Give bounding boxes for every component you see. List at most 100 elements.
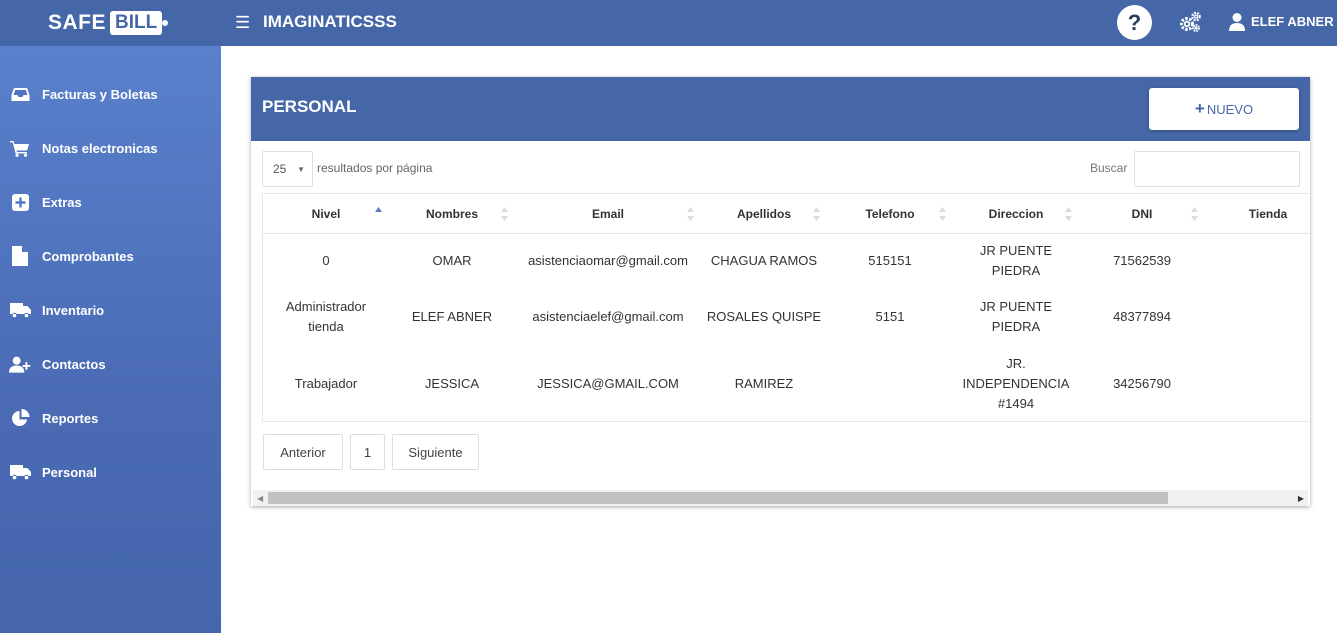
sidebar-item-comprobantes[interactable]: Comprobantes: [0, 241, 221, 271]
cell-email: JESSICA@GMAIL.COM: [537, 375, 679, 391]
sidebar-item-notas[interactable]: Notas electronicas: [0, 133, 221, 163]
sidebar-item-label: Comprobantes: [42, 248, 134, 264]
cell-direccion: JR PUENTE PIEDRA: [979, 298, 1053, 334]
column-header-tienda[interactable]: Tienda: [1205, 194, 1310, 233]
new-button-label: NUEVO: [1206, 101, 1254, 117]
column-header-label: Telefono: [865, 206, 915, 221]
cell-tienda: [1205, 290, 1310, 343]
personal-panel: PERSONAL + NUEVO 25 ▼ resultados por pág…: [251, 77, 1310, 506]
help-button[interactable]: ?: [1117, 5, 1152, 40]
cell-dni: 71562539: [1113, 252, 1171, 268]
cell-nombres: ELEF ABNER: [411, 308, 493, 324]
column-header-label: Apellidos: [736, 206, 791, 221]
cell-apellidos: ROSALES QUISPE: [706, 308, 822, 324]
page-1-button[interactable]: 1: [350, 434, 385, 470]
scroll-right-icon[interactable]: ▶: [1298, 494, 1304, 503]
column-header-direccion[interactable]: Direccion: [953, 194, 1079, 233]
add-user-icon: [9, 354, 31, 374]
sort-icon: [1065, 207, 1072, 221]
cell-nivel: Trabajador: [294, 375, 358, 391]
sidebar-item-extras[interactable]: Extras: [0, 187, 221, 217]
column-header-nombres[interactable]: Nombres: [389, 194, 515, 233]
column-header-label: DNI: [1131, 206, 1153, 221]
cell-tienda: [1205, 234, 1310, 287]
sort-icon: [1191, 207, 1198, 221]
cell-email: asistenciaomar@gmail.com: [528, 252, 688, 268]
sidebar-item-personal[interactable]: Personal: [0, 457, 221, 487]
user-name[interactable]: ELEF ABNER: [1251, 14, 1334, 29]
column-header-label: Tienda: [1248, 206, 1288, 221]
logo-bill-text: BILL: [110, 11, 169, 35]
column-header-telefono[interactable]: Telefono: [827, 194, 953, 233]
scroll-left-icon[interactable]: ◀: [257, 494, 263, 503]
sidebar-item-label: Reportes: [42, 410, 99, 426]
sidebar-item-inventario[interactable]: Inventario: [0, 295, 221, 325]
plus-icon: +: [1194, 99, 1205, 118]
prev-page-button[interactable]: Anterior: [263, 434, 343, 470]
logo-safe-text: SAFE: [48, 11, 107, 34]
cell-dni: 48377894: [1113, 308, 1171, 324]
cell-email: asistenciaelef@gmail.com: [532, 308, 684, 324]
truck-icon: [9, 300, 31, 320]
sort-icon: [501, 207, 508, 221]
search-label: Buscar: [1090, 161, 1128, 175]
cell-telefono: 515151: [868, 252, 912, 268]
company-name: IMAGINATICSSS: [263, 12, 397, 31]
plus-square-icon: [9, 192, 31, 212]
column-header-dni[interactable]: DNI: [1079, 194, 1205, 233]
cell-telefono: 5151: [875, 308, 905, 324]
sort-asc-icon: [375, 207, 382, 212]
cell-apellidos: RAMIREZ: [734, 375, 794, 391]
sidebar-item-contactos[interactable]: Contactos: [0, 349, 221, 379]
page-length-select[interactable]: 25 ▼: [262, 151, 313, 187]
personal-table: Nivel Nombres Email Apellidos Telefono D…: [262, 193, 1310, 422]
column-header-apellidos[interactable]: Apellidos: [701, 194, 827, 233]
user-icon[interactable]: [1228, 12, 1246, 32]
sort-icon: [813, 207, 820, 221]
sidebar-item-label: Facturas y Boletas: [42, 86, 158, 102]
column-header-email[interactable]: Email: [515, 194, 701, 233]
next-page-button[interactable]: Siguiente: [392, 434, 479, 470]
sidebar-item-label: Notas electronicas: [42, 140, 158, 156]
cell-nivel: 0: [322, 252, 330, 268]
cell-nombres: OMAR: [432, 252, 472, 268]
column-header-label: Email: [591, 206, 624, 221]
sidebar-item-label: Personal: [42, 464, 97, 480]
page-title: PERSONAL: [262, 97, 357, 116]
new-button[interactable]: + NUEVO: [1149, 88, 1299, 130]
chevron-down-icon: ▼: [297, 165, 305, 174]
sidebar-item-label: Extras: [42, 194, 82, 210]
sidebar-item-label: Contactos: [42, 356, 106, 372]
sidebar-item-label: Inventario: [42, 302, 105, 318]
file-icon: [9, 246, 31, 266]
sidebar-item-reportes[interactable]: Reportes: [0, 403, 221, 433]
gears-icon[interactable]: [1178, 10, 1202, 34]
search-input[interactable]: [1134, 151, 1300, 187]
cell-apellidos: CHAGUA RAMOS: [710, 252, 818, 268]
horizontal-scrollbar[interactable]: ◀ ▶: [253, 490, 1308, 506]
column-header-nivel[interactable]: Nivel: [263, 194, 389, 233]
cell-direccion: JR. INDEPENDENCIA #1494: [962, 355, 1070, 411]
panel-header: PERSONAL + NUEVO: [251, 77, 1310, 141]
inbox-icon: [9, 84, 31, 104]
hamburger-icon[interactable]: ☰: [235, 13, 250, 33]
sort-icon: [939, 207, 946, 221]
cell-nivel: Administrador tienda: [285, 298, 367, 334]
sidebar: Facturas y Boletas Notas electronicas Ex…: [0, 46, 221, 633]
top-bar: SAFE BILL ☰ IMAGINATICSSS ? ELEF ABNER: [0, 0, 1337, 46]
cell-direccion: JR PUENTE PIEDRA: [979, 242, 1053, 278]
truck-icon: [9, 462, 31, 482]
cell-tienda: [1205, 346, 1310, 421]
sort-icon: [687, 207, 694, 221]
column-header-label: Nivel: [311, 206, 341, 221]
scrollbar-thumb[interactable]: [268, 492, 1168, 504]
column-header-label: Direccion: [988, 206, 1044, 221]
cell-telefono: [827, 346, 953, 421]
cell-dni: 34256790: [1113, 375, 1171, 391]
page-length-label: resultados por página: [317, 161, 433, 175]
page-length-value: 25: [273, 162, 287, 176]
sidebar-item-facturas[interactable]: Facturas y Boletas: [0, 79, 221, 109]
logo[interactable]: SAFE BILL: [48, 9, 169, 37]
cart-icon: [9, 138, 31, 158]
pie-chart-icon: [9, 408, 31, 428]
